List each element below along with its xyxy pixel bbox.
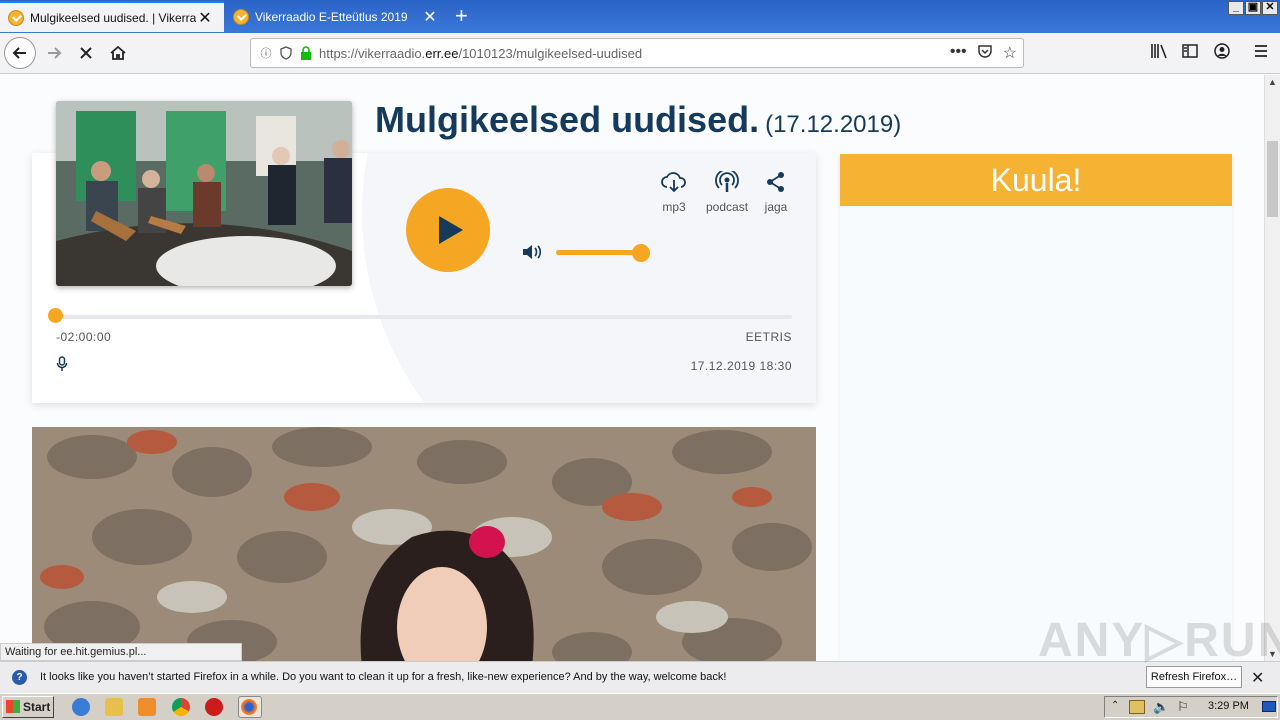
- favicon-icon: [8, 9, 24, 26]
- share-label: jaga: [764, 200, 788, 214]
- forward-button[interactable]: [38, 37, 70, 69]
- share-icon: [767, 172, 784, 192]
- mp3-label: mp3: [662, 200, 686, 214]
- notification-message: It looks like you haven’t started Firefo…: [40, 671, 727, 683]
- address-bar[interactable]: ⓘ https://vikerraadio.err.ee/1010123/mul…: [250, 38, 1024, 68]
- system-tray: ⌃ 🔈 ⚐: [1104, 696, 1278, 718]
- volume-slider-handle[interactable]: [631, 244, 650, 262]
- mp3-download-button[interactable]: mp3: [660, 171, 688, 214]
- home-icon: [110, 45, 126, 60]
- vertical-scrollbar[interactable]: ▲ ▼: [1264, 75, 1280, 661]
- tab-title: Mulgikeelsed uudised. | Vikerraadio: [30, 10, 196, 25]
- clock: 3:29 PM: [1208, 700, 1249, 712]
- page-content: Mulgikeelsed uudised. (17.12.2019) mp3 po…: [0, 75, 1264, 661]
- home-button[interactable]: [102, 37, 134, 69]
- close-tab-icon[interactable]: ✕: [421, 7, 439, 27]
- menu-icon[interactable]: [1253, 43, 1269, 64]
- close-notification-icon[interactable]: ✕: [1251, 668, 1264, 688]
- podcast-label: podcast: [706, 200, 749, 214]
- network-icon[interactable]: [1129, 700, 1145, 714]
- episode-thumbnail: [56, 101, 352, 286]
- tab-mulgikeelsed[interactable]: Mulgikeelsed uudised. | Vikerraadio ✕: [0, 1, 224, 32]
- progress-bar[interactable]: [55, 315, 792, 319]
- media-player-icon[interactable]: [138, 698, 156, 716]
- status-tooltip: Waiting for ee.hit.gemius.pl...: [0, 643, 242, 661]
- arrow-left-icon: [12, 47, 26, 59]
- broadcast-status: EETRIS: [745, 330, 792, 344]
- share-button[interactable]: jaga: [764, 171, 788, 214]
- page-actions-icon[interactable]: •••: [950, 43, 967, 64]
- stop-button[interactable]: [70, 37, 102, 69]
- scrollbar-thumb[interactable]: [1267, 141, 1278, 217]
- sidebar-panel: [840, 206, 1232, 661]
- info-icon: ?: [12, 670, 27, 685]
- firefox-icon: [241, 699, 257, 715]
- new-tab-button[interactable]: +: [455, 4, 468, 28]
- speaker-icon[interactable]: 🔈: [1153, 699, 1169, 715]
- tab-e-etteutlus[interactable]: Vikerraadio E-Etteütlus 2019 ✕: [225, 1, 449, 32]
- article-photo: [32, 427, 816, 661]
- refresh-firefox-button[interactable]: Refresh Firefox…: [1146, 666, 1242, 688]
- favicon-icon: [233, 8, 249, 25]
- start-button[interactable]: Start: [2, 696, 54, 718]
- tray-expand-icon[interactable]: ⌃: [1111, 700, 1119, 711]
- chrome-icon[interactable]: [172, 698, 190, 716]
- pocket-icon[interactable]: [977, 43, 993, 64]
- library-icon[interactable]: [1150, 43, 1168, 64]
- sidebar-icon[interactable]: [1182, 43, 1198, 64]
- opera-icon[interactable]: [205, 698, 223, 716]
- stop-x-icon: [80, 47, 92, 59]
- play-icon: [439, 216, 463, 244]
- back-button[interactable]: [4, 37, 36, 69]
- watermark-logo: ANY▷RUN: [1038, 614, 1280, 667]
- progress-handle[interactable]: [48, 308, 63, 323]
- minimize-icon[interactable]: _: [1228, 1, 1244, 15]
- time-remaining: -02:00:00: [56, 330, 112, 344]
- ie-icon[interactable]: [72, 698, 90, 716]
- lock-icon[interactable]: [299, 46, 313, 60]
- article-date: (17.12.2019): [765, 111, 902, 138]
- podcast-icon: [715, 168, 739, 192]
- play-button[interactable]: [406, 188, 490, 272]
- air-date: 17.12.2019 18:30: [690, 359, 792, 373]
- microphone-icon: [56, 356, 68, 371]
- nav-bar: ⓘ https://vikerraadio.err.ee/1010123/mul…: [0, 33, 1280, 74]
- info-icon[interactable]: ⓘ: [259, 46, 273, 60]
- windows-flag-icon: [6, 700, 20, 713]
- download-cloud-icon: [661, 172, 686, 193]
- restore-icon[interactable]: ▣: [1245, 1, 1261, 15]
- volume-icon[interactable]: [522, 243, 544, 261]
- page-title: Mulgikeelsed uudised. (17.12.2019): [375, 99, 901, 141]
- tab-bar: Mulgikeelsed uudised. | Vikerraadio ✕ Vi…: [0, 0, 1280, 33]
- arrow-right-icon: [48, 47, 62, 59]
- article-title: Mulgikeelsed uudised.: [375, 99, 760, 140]
- listen-header: Kuula!: [840, 154, 1232, 206]
- folder-icon[interactable]: [105, 698, 123, 716]
- scroll-up-icon[interactable]: ▲: [1268, 77, 1277, 87]
- url-text[interactable]: https://vikerraadio.err.ee/1010123/mulgi…: [319, 46, 642, 61]
- tab-title: Vikerraadio E-Etteütlus 2019: [255, 9, 408, 24]
- taskbar: Start ⌃ 🔈 ⚐ 3:29 PM: [0, 693, 1280, 720]
- close-tab-icon[interactable]: ✕: [196, 8, 214, 28]
- close-window-icon[interactable]: ✕: [1262, 1, 1278, 15]
- flag-icon[interactable]: ⚐: [1177, 699, 1189, 715]
- bookmark-star-icon[interactable]: ☆: [1003, 43, 1017, 64]
- podcast-button[interactable]: podcast: [706, 168, 749, 214]
- show-desktop-icon[interactable]: [1262, 701, 1276, 712]
- account-icon[interactable]: [1214, 43, 1230, 64]
- shield-icon[interactable]: [279, 46, 293, 60]
